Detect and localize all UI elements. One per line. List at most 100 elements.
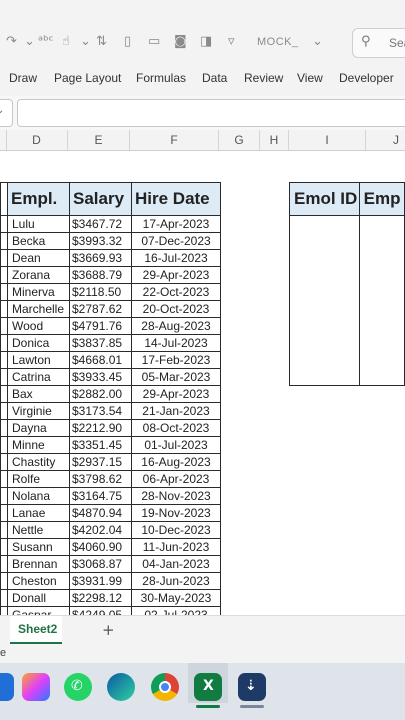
row-edge-cell[interactable]	[0, 351, 8, 369]
tab-review[interactable]: Review	[244, 71, 283, 85]
employee-name-cell[interactable]: Cheston	[7, 572, 70, 590]
salary-cell[interactable]: $3351.45	[69, 436, 132, 454]
chrome-icon[interactable]	[151, 673, 179, 701]
tab-draw[interactable]: Draw	[9, 71, 37, 85]
name-box[interactable]: ⌄	[0, 99, 13, 127]
open-folder-icon[interactable]: ▭	[148, 34, 160, 49]
hire-date-cell[interactable]: 30-May-2023	[131, 589, 221, 607]
row-edge-cell[interactable]	[0, 232, 8, 250]
dropdown-icon[interactable]: ⌄	[80, 34, 91, 49]
column-header-e[interactable]: E	[68, 130, 130, 150]
spellcheck-icon[interactable]: ᵃᵇᶜ	[38, 34, 53, 49]
hire-date-cell[interactable]: 14-Jul-2023	[131, 334, 221, 352]
salary-cell[interactable]: $2882.00	[69, 385, 132, 403]
touch-mode-icon[interactable]: ☝	[62, 34, 70, 49]
hire-date-cell[interactable]: 08-Oct-2023	[131, 419, 221, 437]
tab-data[interactable]: Data	[202, 71, 227, 85]
camera-icon[interactable]: ◙	[174, 34, 187, 49]
salary-cell[interactable]: $2298.12	[69, 589, 132, 607]
row-edge-cell[interactable]	[0, 572, 8, 590]
employee-name-cell[interactable]: Minerva	[7, 283, 70, 301]
salary-cell[interactable]: $3993.32	[69, 232, 132, 250]
add-sheet-button[interactable]: +	[102, 621, 115, 639]
row-edge-cell[interactable]	[0, 538, 8, 556]
salary-cell[interactable]: $2787.62	[69, 300, 132, 318]
hire-date-cell[interactable]: 04-Jan-2023	[131, 555, 221, 573]
salary-cell[interactable]: $3467.72	[69, 215, 132, 233]
hire-date-cell[interactable]: 29-Apr-2023	[131, 385, 221, 403]
salary-cell[interactable]: $3688.79	[69, 266, 132, 284]
hire-date-cell[interactable]: 28-Jun-2023	[131, 572, 221, 590]
save-icon[interactable]: ◨	[200, 34, 212, 49]
row-edge-cell[interactable]	[0, 402, 8, 420]
header-employee[interactable]: Empl.	[7, 182, 70, 216]
employee-name-cell[interactable]: Rolfe	[7, 470, 70, 488]
employee-name-cell[interactable]: Bax	[7, 385, 70, 403]
salary-cell[interactable]: $3931.99	[69, 572, 132, 590]
row-edge-cell[interactable]	[0, 385, 8, 403]
hire-date-cell[interactable]: 20-Oct-2023	[131, 300, 221, 318]
tab-formulas[interactable]: Formulas	[136, 71, 186, 85]
column-header-j[interactable]: J	[366, 130, 405, 150]
employee-name-cell[interactable]: Nolana	[7, 487, 70, 505]
hire-date-cell[interactable]: 22-Oct-2023	[131, 283, 221, 301]
salary-cell[interactable]: $2937.15	[69, 453, 132, 471]
row-edge-cell[interactable]	[0, 266, 8, 284]
row-edge-cell[interactable]	[0, 249, 8, 267]
search-box[interactable]: ⚲ Sea	[352, 28, 405, 58]
sort-icon[interactable]: ⇅	[96, 34, 107, 49]
hire-date-cell[interactable]: 28-Aug-2023	[131, 317, 221, 335]
employee-name-cell[interactable]: Nettle	[7, 521, 70, 539]
hire-date-cell[interactable]: 17-Feb-2023	[131, 351, 221, 369]
row-edge-cell[interactable]	[0, 470, 8, 488]
document-name[interactable]: MOCK_	[257, 36, 299, 48]
salary-cell[interactable]: $4870.94	[69, 504, 132, 522]
row-edge-cell[interactable]	[0, 419, 8, 437]
customize-dropdown-icon[interactable]: ▿	[228, 34, 235, 49]
row-edge-cell[interactable]	[0, 368, 8, 386]
header-salary[interactable]: Salary	[69, 182, 132, 216]
tab-view[interactable]: View	[297, 71, 323, 85]
chevron-down-icon[interactable]: ⌄	[312, 34, 323, 49]
hire-date-cell[interactable]: 16-Jul-2023	[131, 249, 221, 267]
salary-cell[interactable]: $3164.75	[69, 487, 132, 505]
hire-date-cell[interactable]: 05-Mar-2023	[131, 368, 221, 386]
sheet-tab-active[interactable]: Sheet2	[10, 616, 62, 644]
salary-cell[interactable]: $2212.90	[69, 419, 132, 437]
header-emol-id[interactable]: Emol ID	[289, 182, 360, 216]
column-header-f[interactable]: F	[130, 130, 219, 150]
row-edge-cell[interactable]	[0, 334, 8, 352]
salary-cell[interactable]: $4668.01	[69, 351, 132, 369]
hire-date-cell[interactable]: 28-Nov-2023	[131, 487, 221, 505]
formula-input[interactable]	[17, 99, 405, 127]
hire-date-cell[interactable]: 17-Apr-2023	[131, 215, 221, 233]
tab-page-layout[interactable]: Page Layout	[54, 71, 121, 85]
employee-name-cell[interactable]: Brennan	[7, 555, 70, 573]
row-edge-cell[interactable]	[0, 283, 8, 301]
hire-date-cell[interactable]: 16-Aug-2023	[131, 453, 221, 471]
salary-cell[interactable]: $4791.76	[69, 317, 132, 335]
chevron-down-icon[interactable]: ⌄	[0, 105, 4, 116]
salary-cell[interactable]: $3798.62	[69, 470, 132, 488]
row-edge-cell[interactable]	[0, 487, 8, 505]
header-emp[interactable]: Emp	[358, 182, 405, 216]
employee-name-cell[interactable]: Donica	[7, 334, 70, 352]
salary-cell[interactable]: $4202.04	[69, 521, 132, 539]
lookup-cell[interactable]	[289, 215, 360, 386]
salary-cell[interactable]: $3669.93	[69, 249, 132, 267]
start-icon[interactable]	[0, 673, 14, 701]
lookup-cell[interactable]	[358, 215, 405, 386]
row-edge-cell[interactable]	[0, 300, 8, 318]
row-edge-cell[interactable]	[0, 317, 8, 335]
dropdown-icon[interactable]: ⌄	[24, 34, 35, 49]
copilot-icon[interactable]	[22, 673, 50, 701]
employee-name-cell[interactable]: Becka	[7, 232, 70, 250]
employee-name-cell[interactable]: Wood	[7, 317, 70, 335]
employee-name-cell[interactable]: Susann	[7, 538, 70, 556]
employee-name-cell[interactable]: Lawton	[7, 351, 70, 369]
employee-name-cell[interactable]: Dean	[7, 249, 70, 267]
row-edge-cell[interactable]	[0, 521, 8, 539]
employee-name-cell[interactable]: Minne	[7, 436, 70, 454]
employee-name-cell[interactable]: Chastity	[7, 453, 70, 471]
row-edge-cell[interactable]	[0, 453, 8, 471]
